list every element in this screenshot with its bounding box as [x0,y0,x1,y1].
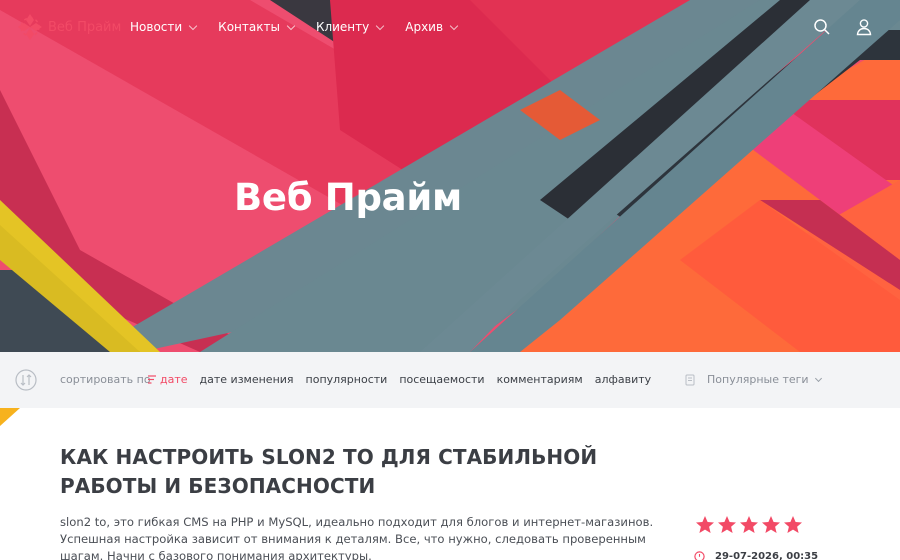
star-icon[interactable] [717,515,737,535]
sort-lines-icon [148,375,156,384]
chevron-down-icon [449,21,459,30]
menu-item-news[interactable]: Новости [130,20,198,34]
sort-option-comments[interactable]: комментариям [497,373,583,386]
menu-item-label: Архив [405,20,444,34]
sort-toggle-icon[interactable] [15,369,37,391]
star-icon[interactable] [783,515,803,535]
menu-item-archive[interactable]: Архив [405,20,459,34]
menu-item-label: Новости [130,20,183,34]
menu-item-label: Контакты [218,20,280,34]
sort-option-alphabet[interactable]: алфавиту [595,373,651,386]
top-navigation: Веб Прайм Новости Контакты Клиенту Архив [0,0,900,56]
star-icon[interactable] [695,515,715,535]
chevron-down-icon [188,21,198,30]
article-excerpt: slon2 to, это гибкая CMS на PHP и MySQL,… [60,515,654,560]
menu-item-label: Клиенту [315,20,370,34]
document-icon [685,374,695,385]
sort-options: дате дате изменения популярности посещае… [148,373,663,386]
popular-tags-label: Популярные теги [707,373,809,386]
sort-option-date[interactable]: дате [148,373,188,386]
sort-option-visits[interactable]: посещаемости [399,373,484,386]
clock-icon [694,551,705,560]
article-date-text: 29-07-2026, 00:35 [715,551,819,560]
rating-stars [695,515,805,535]
sort-option-label: дате [160,373,188,386]
site-name: Веб Прайм [48,19,122,35]
chevron-down-icon [286,21,296,30]
sort-option-modified[interactable]: дате изменения [200,373,294,386]
chevron-down-icon [376,21,385,30]
chevron-down-icon [814,374,822,382]
star-icon[interactable] [761,515,781,535]
menu-item-contacts[interactable]: Контакты [218,20,296,34]
sort-label: сортировать по [60,373,151,386]
user-icon[interactable] [855,18,873,36]
menu-item-client[interactable]: Клиенту [315,20,385,34]
popular-tags-dropdown[interactable]: Популярные теги [685,373,822,386]
star-icon[interactable] [739,515,759,535]
search-icon[interactable] [813,18,831,36]
corner-accent [0,408,20,426]
sort-option-popularity[interactable]: популярности [306,373,388,386]
site-logo[interactable]: Веб Прайм [16,12,121,42]
article-title[interactable]: Как настроить slon2 to для стабильной ра… [60,443,660,501]
hero-banner: Веб Прайм Новости Контакты Клиенту Архив… [0,0,900,352]
article-date: 29-07-2026, 00:35 [694,551,818,560]
main-menu: Новости Контакты Клиенту Архив [130,20,479,34]
logo-mark-icon [18,14,42,40]
hero-title: Веб Прайм [234,176,462,219]
